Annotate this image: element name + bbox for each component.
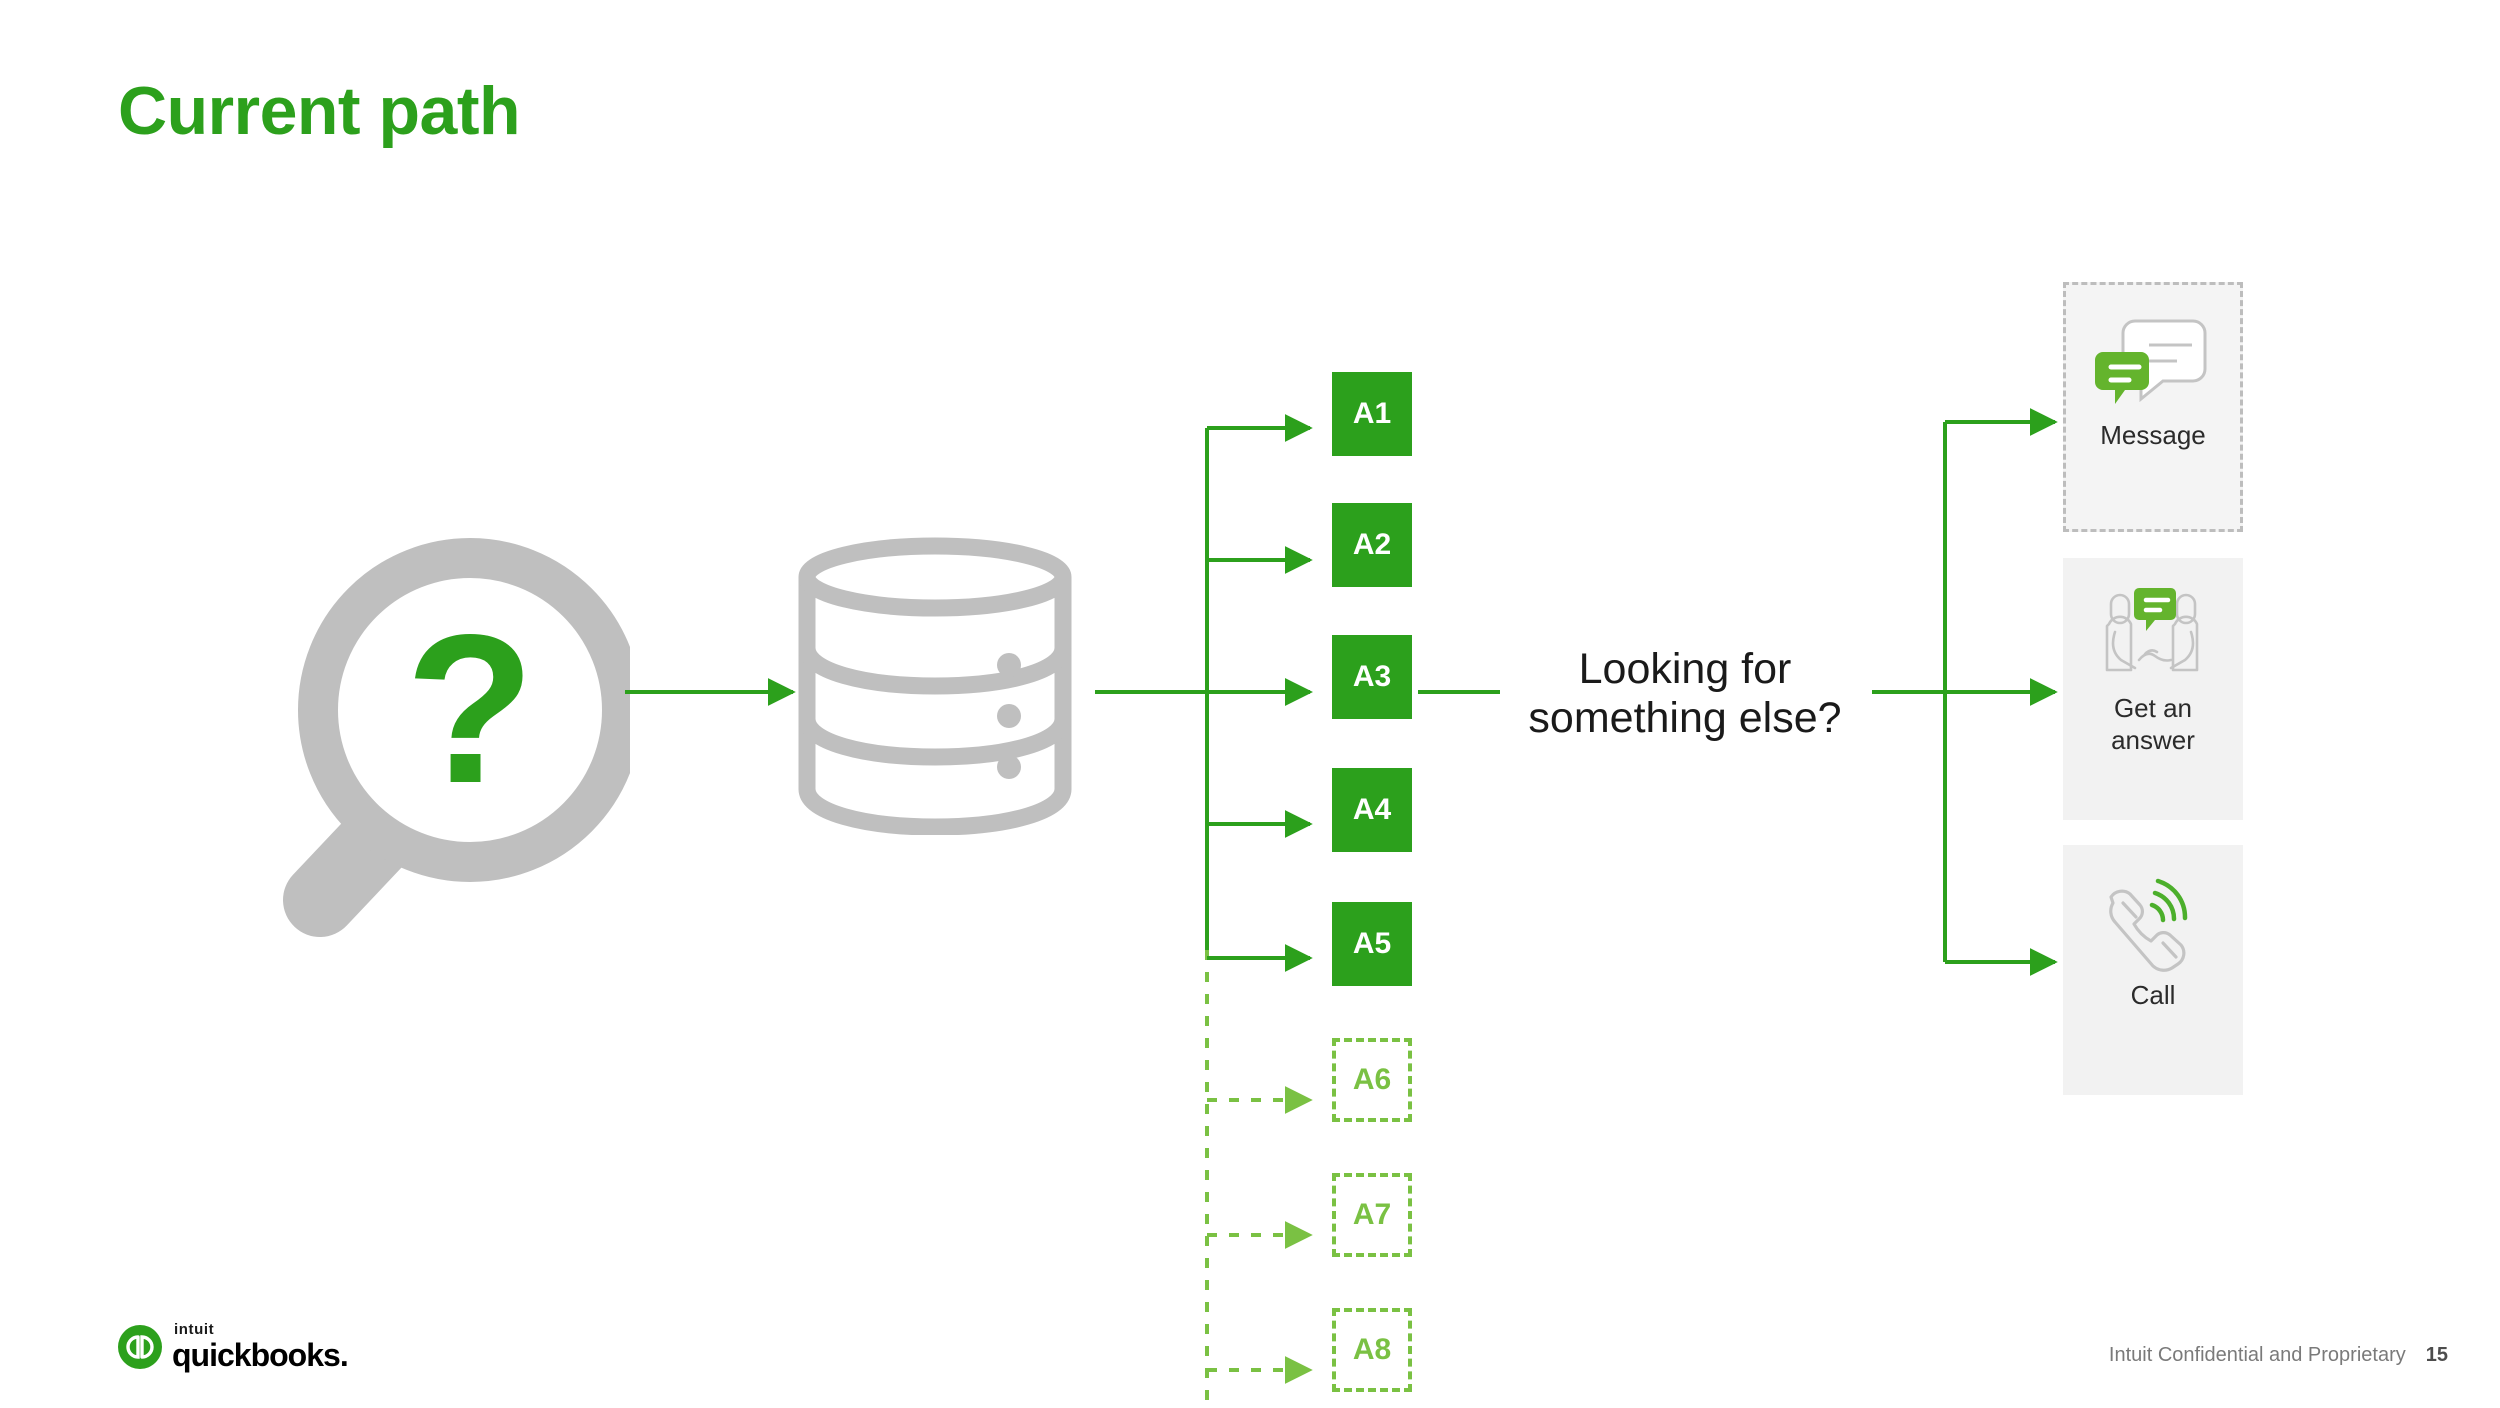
confidentiality-notice: Intuit Confidential and Proprietary	[2108, 1344, 2406, 1366]
article-box-a4[interactable]: A4	[1332, 768, 1412, 852]
channel-label-line-1: Get an	[2113, 693, 2193, 723]
chat-bubbles-icon	[2093, 307, 2213, 412]
article-box-a8[interactable]: A8	[1332, 1308, 1412, 1392]
phone-ringing-icon	[2093, 867, 2213, 972]
channel-card-call[interactable]: Call	[2063, 845, 2243, 1095]
article-box-a2[interactable]: A2	[1332, 503, 1412, 587]
channel-card-message[interactable]: Message	[2063, 282, 2243, 532]
channel-label-message: Message	[2100, 420, 2206, 450]
page-number: 15	[2425, 1344, 2448, 1366]
quickbooks-wordmark-text: quickbooks.	[172, 1337, 349, 1373]
database-cylinder-icon	[785, 535, 1085, 836]
prompt-line-2: something else?	[1528, 694, 1842, 743]
article-box-a3[interactable]: A3	[1332, 635, 1412, 719]
handshake-chat-icon	[2093, 580, 2213, 685]
prompt-line-1: Looking for	[1578, 645, 1792, 693]
slide-canvas: Current path ? A1 A2 A3 A4 A5 A6 A7 A8 L…	[0, 0, 2500, 1408]
channel-label-get-an-answer: Get an answer	[2105, 693, 2201, 770]
channel-label-line-2: answer	[2111, 724, 2195, 755]
page-title: Current path	[118, 73, 521, 149]
svg-text:?: ?	[405, 590, 535, 827]
channel-label-call: Call	[2130, 980, 2176, 1010]
article-label: A5	[1352, 927, 1392, 960]
article-box-a5[interactable]: A5	[1332, 902, 1412, 986]
quickbooks-logo: intuit quickbooks.	[118, 1321, 349, 1373]
article-label: A2	[1352, 528, 1392, 561]
channel-card-get-an-answer[interactable]: Get an answer	[2063, 558, 2243, 820]
quickbooks-mark-icon	[118, 1324, 162, 1369]
article-label: A6	[1352, 1063, 1392, 1096]
article-box-a6[interactable]: A6	[1332, 1038, 1412, 1122]
looking-for-something-else-text: Looking for something else?	[1505, 645, 1865, 744]
article-box-a7[interactable]: A7	[1332, 1173, 1412, 1257]
article-label: A1	[1352, 397, 1392, 430]
article-box-a1[interactable]: A1	[1332, 372, 1412, 456]
footer-meta: Intuit Confidential and Proprietary 15	[2109, 1344, 2448, 1367]
article-label: A3	[1352, 660, 1392, 693]
article-label: A4	[1352, 793, 1392, 826]
article-label: A7	[1352, 1198, 1392, 1231]
magnifying-glass-question-icon: ?	[170, 520, 642, 960]
article-label: A8	[1352, 1333, 1392, 1366]
intuit-wordmark: intuit	[174, 1321, 215, 1338]
quickbooks-wordmark: intuit quickbooks.	[172, 1321, 349, 1373]
